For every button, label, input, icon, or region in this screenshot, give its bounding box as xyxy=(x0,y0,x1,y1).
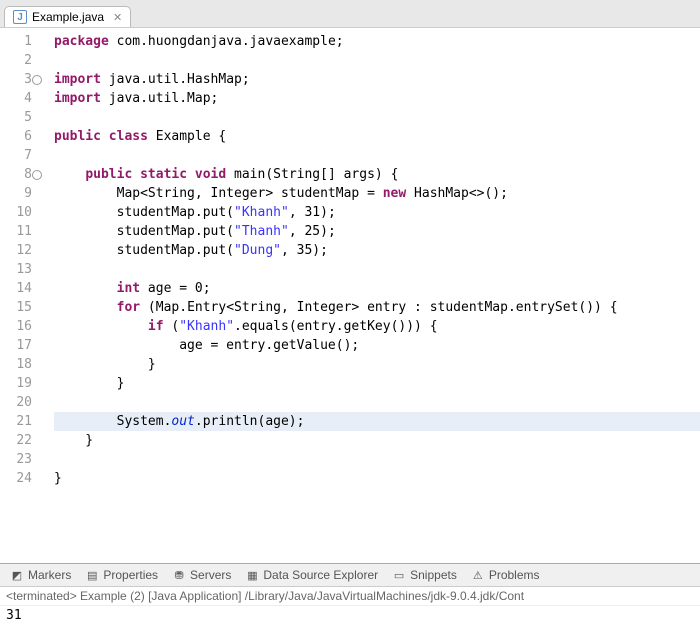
line-number: 7 xyxy=(0,146,32,165)
code-editor[interactable]: package com.huongdanjava.javaexample; im… xyxy=(40,28,700,563)
markers-icon: ◩ xyxy=(10,568,24,582)
view-tab-label: Data Source Explorer xyxy=(263,568,378,582)
line-number: 17 xyxy=(0,336,32,355)
view-tab-problems[interactable]: ⚠ Problems xyxy=(471,568,540,582)
bottom-panel: ◩ Markers ▤ Properties ⛃ Servers ▦ Data Source … xyxy=(0,563,700,626)
line-number: 19 xyxy=(0,374,32,393)
line-number: 23 xyxy=(0,450,32,469)
line-number: 8 xyxy=(0,165,32,184)
line-number: 24 xyxy=(0,469,32,488)
editor-tab[interactable]: J Example.java ✕ xyxy=(4,6,131,27)
editor-area: 123456789101112131415161718192021222324 … xyxy=(0,28,700,563)
code-line[interactable]: studentMap.put("Dung", 35); xyxy=(54,241,700,260)
problems-icon: ⚠ xyxy=(471,568,485,582)
data-source-explorer-icon: ▦ xyxy=(245,568,259,582)
line-number: 4 xyxy=(0,89,32,108)
line-number: 1 xyxy=(0,32,32,51)
line-number: 3 xyxy=(0,70,32,89)
close-icon[interactable]: ✕ xyxy=(113,11,122,24)
servers-icon: ⛃ xyxy=(172,568,186,582)
console-status: <terminated> Example (2) [Java Applicati… xyxy=(0,587,700,606)
code-line[interactable]: System.out.println(age); xyxy=(54,412,700,431)
line-number: 14 xyxy=(0,279,32,298)
code-line[interactable]: import java.util.HashMap; xyxy=(54,70,700,89)
view-tab-data-source-explorer[interactable]: ▦ Data Source Explorer xyxy=(245,568,378,582)
tab-filename: Example.java xyxy=(32,10,104,24)
line-number: 16 xyxy=(0,317,32,336)
code-line[interactable]: age = entry.getValue(); xyxy=(54,336,700,355)
code-line[interactable] xyxy=(54,108,700,127)
line-number: 11 xyxy=(0,222,32,241)
code-line[interactable]: import java.util.Map; xyxy=(54,89,700,108)
line-number: 18 xyxy=(0,355,32,374)
view-tab-label: Problems xyxy=(489,568,540,582)
view-tab-markers[interactable]: ◩ Markers xyxy=(10,568,71,582)
code-line[interactable]: for (Map.Entry<String, Integer> entry : … xyxy=(54,298,700,317)
code-line[interactable]: public class Example { xyxy=(54,127,700,146)
line-number: 2 xyxy=(0,51,32,70)
code-line[interactable]: public static void main(String[] args) { xyxy=(54,165,700,184)
view-tab-label: Markers xyxy=(28,568,71,582)
java-file-icon: J xyxy=(13,10,27,24)
line-number: 10 xyxy=(0,203,32,222)
line-number-gutter: 123456789101112131415161718192021222324 xyxy=(0,28,40,563)
code-line[interactable]: package com.huongdanjava.javaexample; xyxy=(54,32,700,51)
line-number: 20 xyxy=(0,393,32,412)
line-number: 21 xyxy=(0,412,32,431)
code-line[interactable]: } xyxy=(54,469,700,488)
properties-icon: ▤ xyxy=(85,568,99,582)
view-tab-label: Servers xyxy=(190,568,231,582)
line-number: 5 xyxy=(0,108,32,127)
code-line[interactable] xyxy=(54,393,700,412)
code-line[interactable] xyxy=(54,260,700,279)
view-tab-snippets[interactable]: ▭ Snippets xyxy=(392,568,457,582)
view-tab-properties[interactable]: ▤ Properties xyxy=(85,568,158,582)
tab-bar: J Example.java ✕ xyxy=(0,0,700,28)
console-output: 31 xyxy=(0,606,700,626)
view-tab-servers[interactable]: ⛃ Servers xyxy=(172,568,231,582)
line-number: 6 xyxy=(0,127,32,146)
code-line[interactable] xyxy=(54,146,700,165)
code-line[interactable]: Map<String, Integer> studentMap = new Ha… xyxy=(54,184,700,203)
code-line[interactable]: } xyxy=(54,431,700,450)
code-line[interactable]: studentMap.put("Khanh", 31); xyxy=(54,203,700,222)
line-number: 22 xyxy=(0,431,32,450)
code-line[interactable]: } xyxy=(54,355,700,374)
line-number: 13 xyxy=(0,260,32,279)
code-line[interactable] xyxy=(54,450,700,469)
snippets-icon: ▭ xyxy=(392,568,406,582)
code-line[interactable]: } xyxy=(54,374,700,393)
line-number: 12 xyxy=(0,241,32,260)
code-line[interactable]: studentMap.put("Thanh", 25); xyxy=(54,222,700,241)
views-bar: ◩ Markers ▤ Properties ⛃ Servers ▦ Data Source … xyxy=(0,564,700,587)
view-tab-label: Properties xyxy=(103,568,158,582)
line-number: 15 xyxy=(0,298,32,317)
code-line[interactable]: int age = 0; xyxy=(54,279,700,298)
code-line[interactable]: if ("Khanh".equals(entry.getKey())) { xyxy=(54,317,700,336)
line-number: 9 xyxy=(0,184,32,203)
view-tab-label: Snippets xyxy=(410,568,457,582)
code-line[interactable] xyxy=(54,51,700,70)
